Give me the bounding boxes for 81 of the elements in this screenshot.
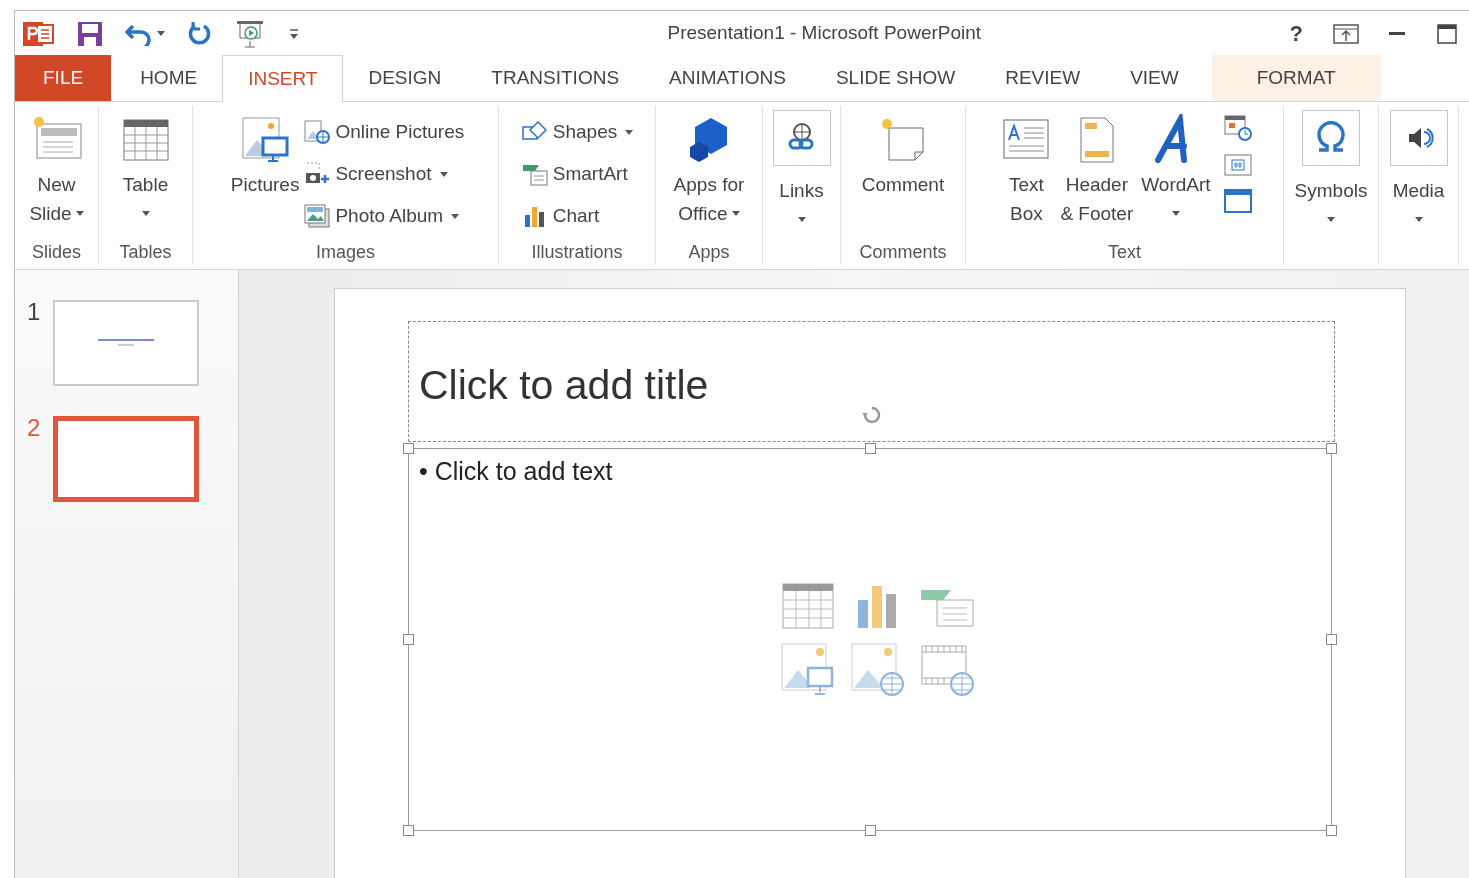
- ribbon-button[interactable]: Chart: [520, 198, 634, 234]
- group-label: Slides: [32, 240, 81, 264]
- online-pictures-icon: [303, 119, 332, 145]
- ribbon-button[interactable]: WordArt: [1137, 106, 1215, 228]
- button-label: Symbols: [1294, 179, 1368, 203]
- group-label: Images: [316, 240, 375, 264]
- ribbon-button[interactable]: Shapes: [520, 114, 634, 150]
- redo-icon[interactable]: [187, 20, 213, 47]
- ribbon-button[interactable]: Links: [768, 106, 835, 234]
- slide-number: 1: [27, 300, 42, 324]
- resize-handle[interactable]: [403, 634, 414, 645]
- ribbon-tab[interactable]: DESIGN: [343, 55, 467, 101]
- ribbon-button[interactable]: Text Box: [996, 106, 1057, 228]
- button-label: Box: [1010, 202, 1043, 226]
- button-label: & Footer: [1060, 202, 1134, 226]
- button-label: Text: [1008, 173, 1044, 197]
- resize-handle[interactable]: [403, 825, 414, 836]
- ribbon-tab[interactable]: VIEW: [1105, 55, 1204, 101]
- button-label: Header: [1065, 173, 1128, 197]
- group-label: Text: [1108, 240, 1141, 264]
- help-button[interactable]: ?: [1289, 22, 1303, 45]
- ribbon-tab[interactable]: FILE: [15, 55, 112, 101]
- ribbon-tab[interactable]: SLIDE SHOW: [810, 55, 981, 101]
- resize-handle[interactable]: [865, 443, 876, 454]
- button-label: Slide: [29, 199, 84, 228]
- insert-table-icon[interactable]: [781, 582, 835, 630]
- ribbon-button[interactable]: SmartArt: [520, 156, 634, 192]
- ribbon-button[interactable]: Photo Album: [303, 198, 465, 234]
- ribbon-button[interactable]: Header & Footer: [1056, 106, 1138, 228]
- title-placeholder[interactable]: Click to add title: [419, 354, 709, 417]
- button-label: New: [37, 173, 76, 197]
- caret-icon: [157, 31, 165, 36]
- slide-number: 2: [27, 416, 42, 440]
- slide-number-icon[interactable]: [1222, 152, 1253, 178]
- object-icon[interactable]: [1222, 188, 1253, 214]
- button-label: Pictures: [230, 173, 300, 197]
- insert-video-icon[interactable]: [920, 642, 976, 698]
- slide-thumbnail[interactable]: [53, 300, 199, 386]
- insert-picture-icon[interactable]: [780, 642, 836, 698]
- button-label: WordArt: [1141, 173, 1211, 197]
- button-label: Apps for: [673, 173, 745, 197]
- resize-handle[interactable]: [403, 443, 414, 454]
- maximize-icon[interactable]: [1437, 23, 1457, 44]
- ribbon-button[interactable]: Comment: [857, 106, 949, 199]
- ribbon-button[interactable]: Table: [115, 106, 176, 228]
- button-label: Media: [1392, 179, 1445, 203]
- ribbon-button[interactable]: Media: [1385, 106, 1452, 234]
- ribbon-tab[interactable]: FORMAT: [1211, 55, 1381, 101]
- group-label: Apps: [688, 240, 730, 264]
- ribbon-tab[interactable]: ANIMATIONS: [644, 55, 811, 101]
- ribbon-button[interactable]: Symbols: [1290, 106, 1372, 234]
- group-label: Tables: [119, 240, 172, 264]
- ribbon-button[interactable]: New Slide: [25, 106, 88, 228]
- ribbon-display-icon[interactable]: [1333, 23, 1359, 44]
- save-icon[interactable]: [77, 20, 103, 47]
- group-label: Comments: [859, 240, 947, 264]
- ribbon-button[interactable]: Pictures: [226, 106, 304, 199]
- photo-album-icon: [303, 203, 332, 229]
- resize-handle[interactable]: [1326, 634, 1337, 645]
- ribbon-tab[interactable]: HOME: [115, 55, 223, 101]
- insert-online-picture-icon[interactable]: [850, 642, 906, 698]
- ribbon-button[interactable]: Screenshot: [303, 156, 465, 192]
- resize-handle[interactable]: [1326, 825, 1337, 836]
- window-title: Presentation1 - Microsoft PowerPoint: [667, 21, 982, 46]
- ribbon-tab[interactable]: INSERT: [222, 55, 344, 102]
- resize-handle[interactable]: [1326, 443, 1337, 454]
- body-placeholder[interactable]: • Click to add text: [419, 457, 613, 485]
- date-time-icon[interactable]: [1222, 114, 1253, 142]
- group-label: Illustrations: [531, 240, 623, 264]
- ribbon-tab[interactable]: TRANSITIONS: [466, 55, 645, 101]
- button-label: Comment: [861, 173, 945, 197]
- ribbon-tab[interactable]: REVIEW: [980, 55, 1106, 101]
- button-label: Links: [779, 179, 824, 203]
- resize-handle[interactable]: [865, 825, 876, 836]
- button-label: Office: [678, 199, 740, 228]
- powerpoint-logo-icon[interactable]: [23, 19, 55, 48]
- ribbon-button[interactable]: Online Pictures: [303, 114, 465, 150]
- button-label: Table: [122, 173, 169, 197]
- customize-toolbar-icon[interactable]: [289, 27, 299, 40]
- ribbon-button[interactable]: Apps for Office: [669, 106, 749, 228]
- slide-thumbnail[interactable]: [53, 416, 199, 502]
